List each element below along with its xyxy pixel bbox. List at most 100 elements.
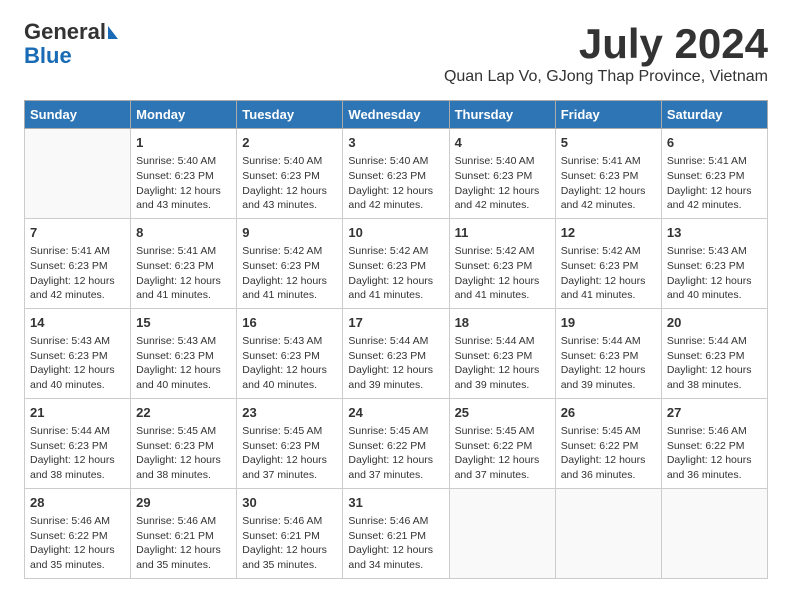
title-block: July 2024 Quan Lap Vo, GJong Thap Provin… <box>444 20 768 96</box>
day-number: 2 <box>242 134 337 152</box>
day-info: Sunrise: 5:42 AM Sunset: 6:23 PM Dayligh… <box>455 244 550 303</box>
calendar-week-row: 1 Sunrise: 5:40 AM Sunset: 6:23 PM Daylig… <box>25 129 768 219</box>
day-info: Sunrise: 5:44 AM Sunset: 6:23 PM Dayligh… <box>455 334 550 393</box>
day-number: 18 <box>455 314 550 332</box>
calendar-cell: 1 Sunrise: 5:40 AM Sunset: 6:23 PM Daylig… <box>131 129 237 219</box>
day-info: Sunrise: 5:41 AM Sunset: 6:23 PM Dayligh… <box>136 244 231 303</box>
day-info: Sunrise: 5:42 AM Sunset: 6:23 PM Dayligh… <box>561 244 656 303</box>
header-row: General Blue July 2024 Quan Lap Vo, GJon… <box>24 20 768 96</box>
calendar-week-row: 14Sunrise: 5:43 AM Sunset: 6:23 PM Dayli… <box>25 308 768 398</box>
day-info: Sunrise: 5:41 AM Sunset: 6:23 PM Dayligh… <box>561 154 656 213</box>
day-number: 22 <box>136 404 231 422</box>
calendar-cell: 27 Sunrise: 5:46 AM Sunset: 6:22 PM Dayli… <box>661 398 767 488</box>
calendar-week-row: 28 Sunrise: 5:46 AM Sunset: 6:22 PM Dayli… <box>25 488 768 578</box>
calendar-cell: 18 Sunrise: 5:44 AM Sunset: 6:23 PM Dayli… <box>449 308 555 398</box>
day-number: 21 <box>30 404 125 422</box>
day-info: Sunrise: 5:43 AM Sunset: 6:23 PM Dayligh… <box>30 334 125 393</box>
day-number: 29 <box>136 494 231 512</box>
day-header-monday: Monday <box>131 101 237 129</box>
day-number: 4 <box>455 134 550 152</box>
day-info: Sunrise: 5:45 AM Sunset: 6:23 PM Dayligh… <box>242 424 337 483</box>
day-info: Sunrise: 5:44 AM Sunset: 6:23 PM Dayligh… <box>348 334 443 393</box>
month-title: July 2024 <box>444 20 768 68</box>
day-number: 23 <box>242 404 337 422</box>
calendar-cell: 13Sunrise: 5:43 AM Sunset: 6:23 PM Dayli… <box>661 218 767 308</box>
day-number: 19 <box>561 314 656 332</box>
day-header-thursday: Thursday <box>449 101 555 129</box>
day-number: 27 <box>667 404 762 422</box>
calendar-cell: 16 Sunrise: 5:43 AM Sunset: 6:23 PM Dayli… <box>237 308 343 398</box>
day-info: Sunrise: 5:46 AM Sunset: 6:22 PM Dayligh… <box>667 424 762 483</box>
day-info: Sunrise: 5:45 AM Sunset: 6:22 PM Dayligh… <box>561 424 656 483</box>
calendar-cell: 9 Sunrise: 5:42 AM Sunset: 6:23 PM Daylig… <box>237 218 343 308</box>
day-info: Sunrise: 5:43 AM Sunset: 6:23 PM Dayligh… <box>242 334 337 393</box>
calendar-cell: 21 Sunrise: 5:44 AM Sunset: 6:23 PM Dayli… <box>25 398 131 488</box>
day-header-friday: Friday <box>555 101 661 129</box>
day-header-tuesday: Tuesday <box>237 101 343 129</box>
day-number: 3 <box>348 134 443 152</box>
day-info: Sunrise: 5:45 AM Sunset: 6:23 PM Dayligh… <box>136 424 231 483</box>
day-number: 6 <box>667 134 762 152</box>
day-info: Sunrise: 5:44 AM Sunset: 6:23 PM Dayligh… <box>561 334 656 393</box>
day-info: Sunrise: 5:40 AM Sunset: 6:23 PM Dayligh… <box>348 154 443 213</box>
day-number: 9 <box>242 224 337 242</box>
calendar-cell <box>449 488 555 578</box>
day-number: 5 <box>561 134 656 152</box>
calendar-cell: 23 Sunrise: 5:45 AM Sunset: 6:23 PM Dayli… <box>237 398 343 488</box>
calendar-cell: 31Sunrise: 5:46 AM Sunset: 6:21 PM Dayli… <box>343 488 449 578</box>
calendar-cell: 26Sunrise: 5:45 AM Sunset: 6:22 PM Dayli… <box>555 398 661 488</box>
day-info: Sunrise: 5:42 AM Sunset: 6:23 PM Dayligh… <box>242 244 337 303</box>
day-header-saturday: Saturday <box>661 101 767 129</box>
day-info: Sunrise: 5:40 AM Sunset: 6:23 PM Dayligh… <box>136 154 231 213</box>
calendar-cell <box>25 129 131 219</box>
logo-general-text: General <box>24 20 106 44</box>
calendar-cell: 24Sunrise: 5:45 AM Sunset: 6:22 PM Dayli… <box>343 398 449 488</box>
calendar-cell: 12 Sunrise: 5:42 AM Sunset: 6:23 PM Dayli… <box>555 218 661 308</box>
subtitle: Quan Lap Vo, GJong Thap Province, Vietna… <box>444 68 768 86</box>
day-info: Sunrise: 5:42 AM Sunset: 6:23 PM Dayligh… <box>348 244 443 303</box>
day-info: Sunrise: 5:41 AM Sunset: 6:23 PM Dayligh… <box>30 244 125 303</box>
days-header-row: SundayMondayTuesdayWednesdayThursdayFrid… <box>25 101 768 129</box>
day-number: 24 <box>348 404 443 422</box>
calendar-cell: 29 Sunrise: 5:46 AM Sunset: 6:21 PM Dayli… <box>131 488 237 578</box>
calendar-cell: 17 Sunrise: 5:44 AM Sunset: 6:23 PM Dayli… <box>343 308 449 398</box>
calendar-cell: 15Sunrise: 5:43 AM Sunset: 6:23 PM Dayli… <box>131 308 237 398</box>
day-number: 16 <box>242 314 337 332</box>
calendar-cell: 25Sunrise: 5:45 AM Sunset: 6:22 PM Dayli… <box>449 398 555 488</box>
day-info: Sunrise: 5:46 AM Sunset: 6:21 PM Dayligh… <box>136 514 231 573</box>
calendar-cell <box>661 488 767 578</box>
day-info: Sunrise: 5:41 AM Sunset: 6:23 PM Dayligh… <box>667 154 762 213</box>
calendar-table: SundayMondayTuesdayWednesdayThursdayFrid… <box>24 100 768 579</box>
day-info: Sunrise: 5:45 AM Sunset: 6:22 PM Dayligh… <box>455 424 550 483</box>
day-info: Sunrise: 5:46 AM Sunset: 6:21 PM Dayligh… <box>348 514 443 573</box>
day-number: 28 <box>30 494 125 512</box>
day-number: 11 <box>455 224 550 242</box>
calendar-cell: 8 Sunrise: 5:41 AM Sunset: 6:23 PM Daylig… <box>131 218 237 308</box>
day-number: 7 <box>30 224 125 242</box>
day-info: Sunrise: 5:44 AM Sunset: 6:23 PM Dayligh… <box>667 334 762 393</box>
calendar-week-row: 21 Sunrise: 5:44 AM Sunset: 6:23 PM Dayli… <box>25 398 768 488</box>
calendar-cell: 6 Sunrise: 5:41 AM Sunset: 6:23 PM Daylig… <box>661 129 767 219</box>
calendar-cell: 10 Sunrise: 5:42 AM Sunset: 6:23 PM Dayli… <box>343 218 449 308</box>
day-info: Sunrise: 5:44 AM Sunset: 6:23 PM Dayligh… <box>30 424 125 483</box>
calendar-cell: 30Sunrise: 5:46 AM Sunset: 6:21 PM Dayli… <box>237 488 343 578</box>
day-number: 20 <box>667 314 762 332</box>
calendar-cell: 5 Sunrise: 5:41 AM Sunset: 6:23 PM Daylig… <box>555 129 661 219</box>
calendar-cell: 4Sunrise: 5:40 AM Sunset: 6:23 PM Daylig… <box>449 129 555 219</box>
calendar-cell: 28 Sunrise: 5:46 AM Sunset: 6:22 PM Dayli… <box>25 488 131 578</box>
day-number: 12 <box>561 224 656 242</box>
calendar-cell: 20 Sunrise: 5:44 AM Sunset: 6:23 PM Dayli… <box>661 308 767 398</box>
day-number: 10 <box>348 224 443 242</box>
logo: General Blue <box>24 20 118 68</box>
calendar-cell: 3 Sunrise: 5:40 AM Sunset: 6:23 PM Daylig… <box>343 129 449 219</box>
day-number: 8 <box>136 224 231 242</box>
day-number: 17 <box>348 314 443 332</box>
calendar-cell: 7 Sunrise: 5:41 AM Sunset: 6:23 PM Daylig… <box>25 218 131 308</box>
day-number: 1 <box>136 134 231 152</box>
day-number: 30 <box>242 494 337 512</box>
day-info: Sunrise: 5:46 AM Sunset: 6:22 PM Dayligh… <box>30 514 125 573</box>
day-info: Sunrise: 5:40 AM Sunset: 6:23 PM Dayligh… <box>242 154 337 213</box>
day-header-sunday: Sunday <box>25 101 131 129</box>
calendar-cell: 11 Sunrise: 5:42 AM Sunset: 6:23 PM Dayli… <box>449 218 555 308</box>
calendar-cell <box>555 488 661 578</box>
